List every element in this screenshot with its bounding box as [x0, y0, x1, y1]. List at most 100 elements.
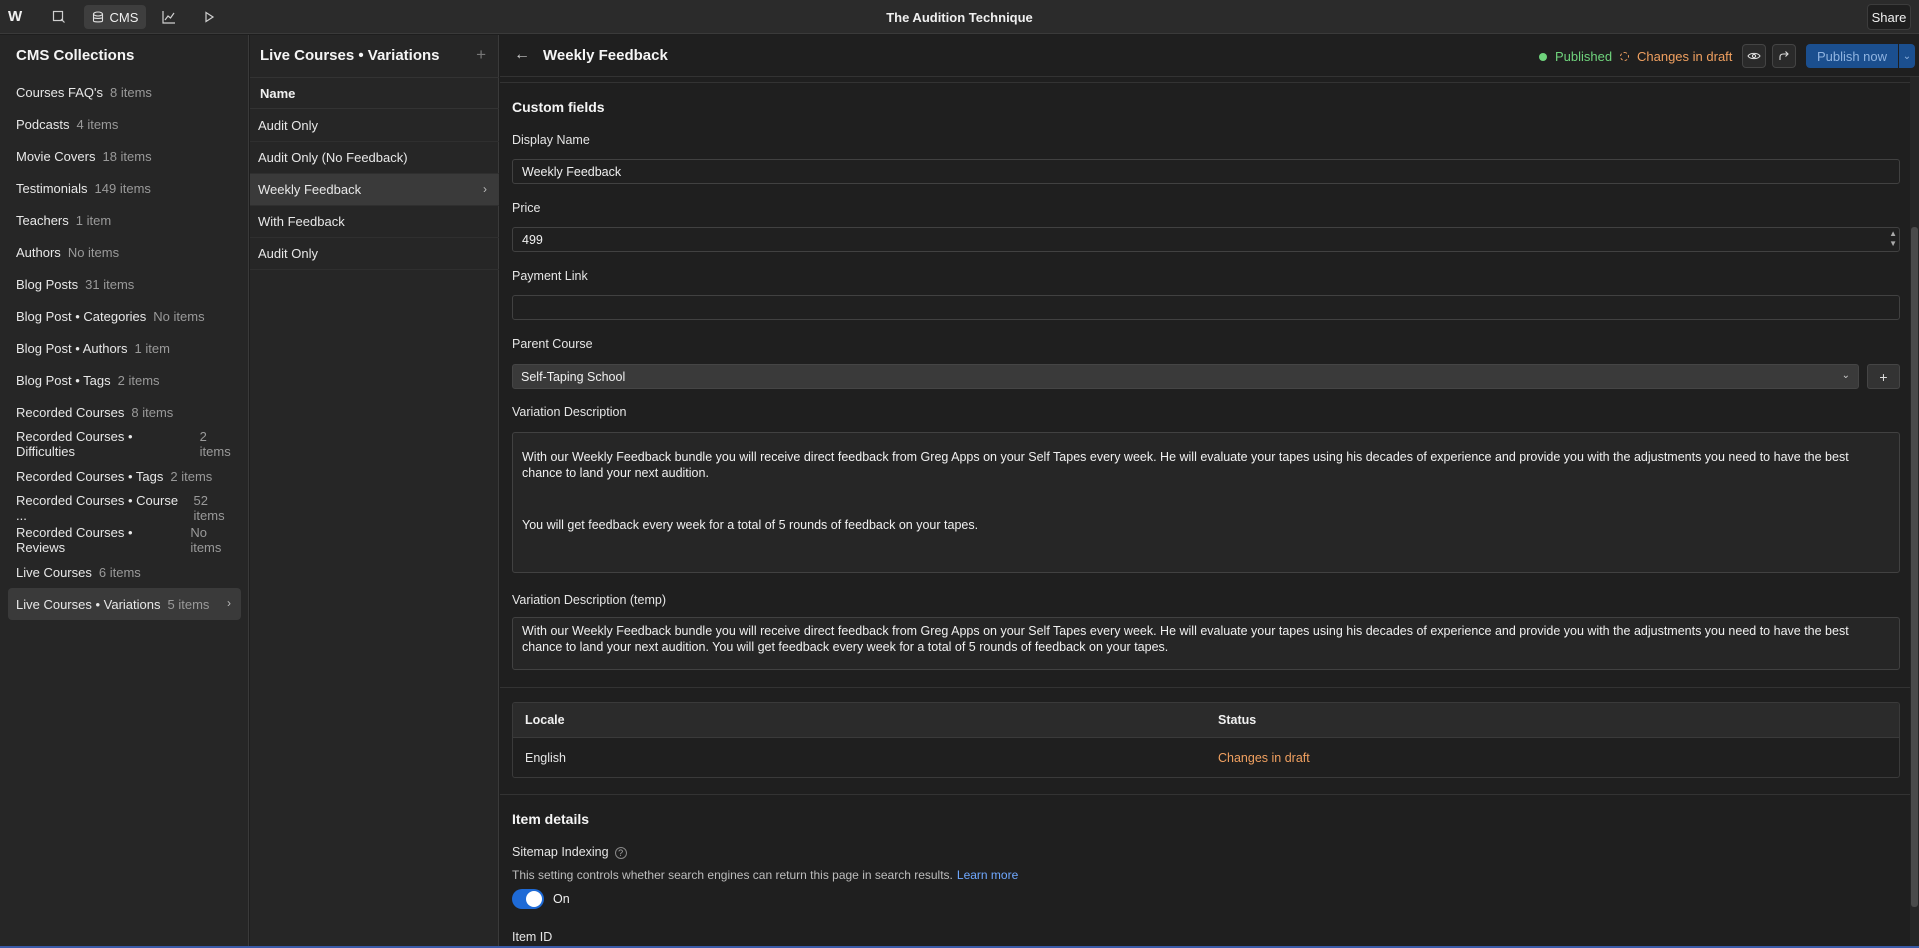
chevron-down-icon[interactable]: ⌄	[1899, 44, 1915, 68]
draft-ring-icon	[1620, 52, 1629, 61]
collections-list: Courses FAQ's 8 items Podcasts 4 items Mov…	[8, 76, 241, 620]
collection-name: Movie Covers	[16, 148, 96, 164]
collection-item[interactable]: Recorded Courses 8 items	[8, 396, 241, 428]
collection-count: 52 items	[193, 493, 225, 523]
collection-item[interactable]: Testimonials 149 items	[8, 172, 241, 204]
collection-count: 149 items	[94, 180, 151, 196]
parent-course-select[interactable]: Self-Taping School ⌄	[512, 364, 1859, 389]
list-item[interactable]: With Feedback	[250, 206, 499, 238]
collection-name: Live Courses • Variations	[16, 596, 161, 612]
top-bar: W CMS The Audition Technique Share	[0, 0, 1919, 34]
list-item-label: Weekly Feedback	[258, 182, 362, 197]
collection-count: No items	[153, 308, 205, 324]
publish-now-button[interactable]: Publish now	[1806, 44, 1898, 68]
back-arrow-icon[interactable]: ←	[514, 46, 530, 64]
collection-name: Blog Post • Tags	[16, 372, 111, 388]
list-item[interactable]: Audit Only (No Feedback)	[250, 142, 499, 174]
collection-count: 6 items	[98, 564, 141, 580]
collection-name: Blog Post • Authors	[16, 340, 128, 356]
price-value: 499	[522, 233, 543, 247]
collection-name: Teachers	[16, 212, 69, 228]
locale-cell: English	[525, 751, 566, 765]
chevron-down-icon: ⌄	[1841, 370, 1850, 381]
collection-item[interactable]: Live Courses 6 items	[8, 556, 241, 588]
stepper-arrows-icon[interactable]: ▲ ▼	[1889, 229, 1897, 249]
status-column-header: Status	[1218, 713, 1257, 727]
chevron-right-icon: ›	[483, 182, 487, 196]
collection-item[interactable]: Blog Post • Authors 1 item	[8, 332, 241, 364]
collection-item[interactable]: Recorded Courses • Difficulties 2 items	[8, 428, 241, 460]
display-name-field[interactable]: Weekly Feedback	[512, 159, 1900, 184]
collection-name: Authors	[16, 244, 61, 260]
collection-name: Recorded Courses • Tags	[16, 468, 164, 484]
toggle-knob	[526, 891, 542, 907]
collection-item[interactable]: Blog Post • Tags 2 items	[8, 364, 241, 396]
preview-eye-icon[interactable]	[1742, 44, 1766, 68]
collection-count: 31 items	[85, 276, 135, 292]
collection-heading: Live Courses • Variations	[260, 47, 440, 64]
collection-count: No items	[190, 525, 222, 555]
collection-item[interactable]: Authors No items	[8, 236, 241, 268]
item-details-heading: Item details	[512, 811, 590, 827]
table-header: Locale Status	[513, 703, 1899, 738]
collection-count: 8 items	[131, 404, 174, 420]
collection-item[interactable]: Movie Covers 18 items	[8, 140, 241, 172]
sitemap-indexing-toggle[interactable]	[512, 889, 544, 909]
divider	[500, 794, 1910, 795]
collection-item[interactable]: Blog Post • Categories No items	[8, 300, 241, 332]
share-item-icon[interactable]	[1772, 44, 1796, 68]
sitemap-indexing-label-row: Sitemap Indexing?	[512, 845, 627, 859]
list-item[interactable]: Audit Only	[250, 110, 499, 142]
sidebar-heading: CMS Collections	[16, 47, 135, 64]
collection-name: Recorded Courses • Difficulties	[16, 429, 133, 459]
collection-count: 1 item	[75, 212, 112, 228]
collection-count: 2 items	[170, 468, 213, 484]
display-name-label: Display Name	[512, 133, 590, 147]
scrollbar-thumb[interactable]	[1911, 227, 1918, 907]
variation-description-temp-textarea[interactable]: With our Weekly Feedback bundle you will…	[512, 617, 1900, 670]
collection-count: 2 items	[199, 429, 231, 459]
add-item-icon[interactable]: +	[476, 45, 486, 65]
parent-course-value: Self-Taping School	[521, 370, 626, 384]
collection-name: Courses FAQ's	[16, 84, 104, 100]
payment-link-field[interactable]	[512, 295, 1900, 320]
editor-header: ← Weekly Feedback Published Changes in d…	[500, 35, 1919, 77]
collection-item[interactable]: Teachers 1 item	[8, 204, 241, 236]
collection-count: 18 items	[102, 148, 152, 164]
payment-link-label: Payment Link	[512, 269, 588, 283]
item-title: Weekly Feedback	[543, 47, 668, 64]
variation-description-paragraph: With our Weekly Feedback bundle you will…	[522, 450, 1849, 480]
add-parent-course-button[interactable]: +	[1867, 364, 1900, 389]
learn-more-link[interactable]: Learn more	[957, 868, 1018, 882]
sitemap-indexing-label: Sitemap Indexing	[512, 845, 609, 859]
list-item[interactable]: Audit Only	[250, 238, 499, 270]
help-question-icon[interactable]: ?	[614, 846, 627, 859]
table-row[interactable]: English Changes in draft	[513, 738, 1899, 777]
collection-item[interactable]: Blog Posts 31 items	[8, 268, 241, 300]
share-button[interactable]: Share	[1867, 4, 1911, 30]
collection-items-panel: Live Courses • Variations + Name Audit O…	[250, 35, 499, 948]
collection-count: 2 items	[117, 372, 160, 388]
items-list: Audit Only Audit Only (No Feedback) Week…	[250, 110, 499, 270]
toggle-state-label: On	[553, 892, 570, 906]
collection-item[interactable]: Recorded Courses • Tags 2 items	[8, 460, 241, 492]
price-label: Price	[512, 201, 541, 215]
variation-description-label: Variation Description	[512, 405, 627, 419]
name-column-header[interactable]: Name	[250, 77, 499, 109]
list-item-selected[interactable]: Weekly Feedback ›	[250, 174, 499, 206]
collection-item[interactable]: Recorded Courses • Course ... 52 items	[8, 492, 241, 524]
variation-description-temp-label: Variation Description (temp)	[512, 593, 666, 607]
collection-item[interactable]: Recorded Courses • Reviews No items	[8, 524, 241, 556]
item-id-label: Item ID	[512, 930, 553, 944]
price-field[interactable]: 499 ▲ ▼	[512, 227, 1900, 252]
collection-name: Recorded Courses	[16, 404, 125, 420]
published-dot-icon	[1539, 52, 1547, 61]
collection-item-selected[interactable]: Live Courses • Variations 5 items ›	[8, 588, 241, 620]
collection-name: Blog Post • Categories	[16, 308, 147, 324]
collection-item[interactable]: Courses FAQ's 8 items	[8, 76, 241, 108]
variation-description-editor[interactable]: With our Weekly Feedback bundle you will…	[512, 432, 1900, 573]
collection-item[interactable]: Podcasts 4 items	[8, 108, 241, 140]
published-status: Published	[1539, 49, 1612, 64]
locale-table: Locale Status English Changes in draft	[512, 702, 1900, 778]
parent-course-label: Parent Course	[512, 337, 593, 351]
